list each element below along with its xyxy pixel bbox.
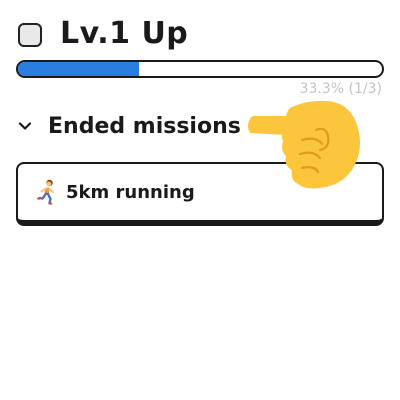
level-progress-bar — [16, 60, 384, 78]
section-title: Ended missions — [48, 113, 241, 139]
chevron-down-icon — [18, 122, 32, 130]
progress-fill — [18, 62, 140, 76]
mission-label: 5km running — [66, 181, 195, 203]
pointing-hand-icon — [248, 100, 360, 189]
ended-missions-toggle[interactable]: Ended missions — [18, 108, 241, 144]
level-title: Lv.1 Up — [60, 16, 189, 51]
level-screen: Lv.1 Up 33.3% (1/3) Ended missions 5km r… — [0, 0, 400, 400]
runner-icon — [37, 179, 54, 205]
level-checkbox[interactable] — [18, 23, 42, 47]
